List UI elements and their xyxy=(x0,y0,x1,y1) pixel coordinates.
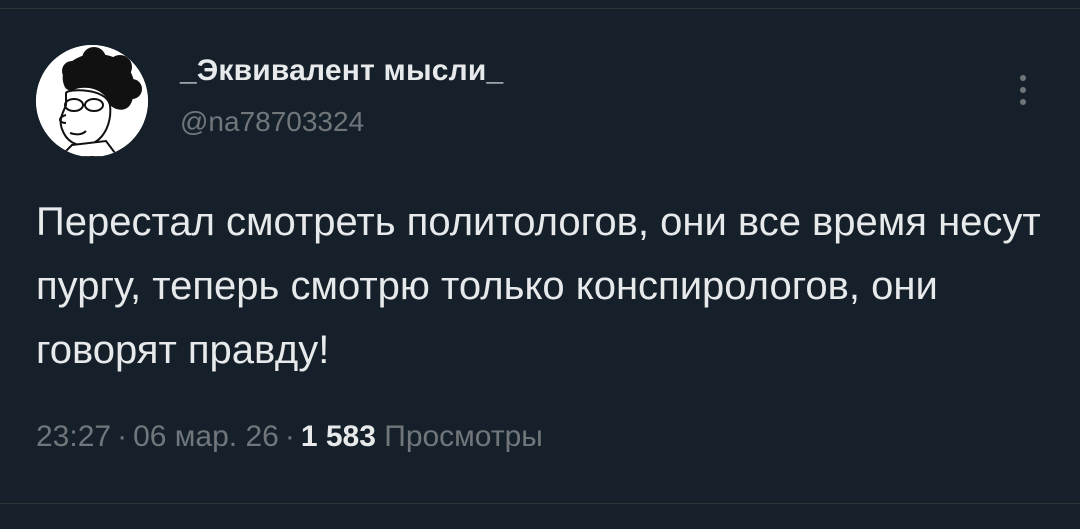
author-display-name[interactable]: _Эквивалент мысли_ xyxy=(180,54,503,88)
tweet-meta: 23:27 · 06 мар. 26 · 1 583 Просмотры xyxy=(36,420,543,454)
author-handle[interactable]: @na78703324 xyxy=(180,106,364,138)
tweet-time[interactable]: 23:27 xyxy=(36,420,111,453)
more-dot xyxy=(1020,75,1026,81)
avatar-image xyxy=(36,45,148,157)
meta-separator: · xyxy=(117,420,128,453)
more-dot xyxy=(1020,87,1026,93)
more-options-icon[interactable] xyxy=(1006,70,1040,110)
views-count: 1 583 xyxy=(300,420,376,453)
meta-separator: · xyxy=(284,420,295,453)
bottom-divider xyxy=(0,503,1080,504)
tweet-date[interactable]: 06 мар. 26 xyxy=(133,420,279,453)
avatar[interactable] xyxy=(36,45,148,157)
top-divider xyxy=(0,8,1080,9)
tweet-text: Перестал смотреть политологов, они все в… xyxy=(36,200,1041,372)
more-dot xyxy=(1020,99,1026,105)
views-label[interactable]: Просмотры xyxy=(384,420,543,453)
